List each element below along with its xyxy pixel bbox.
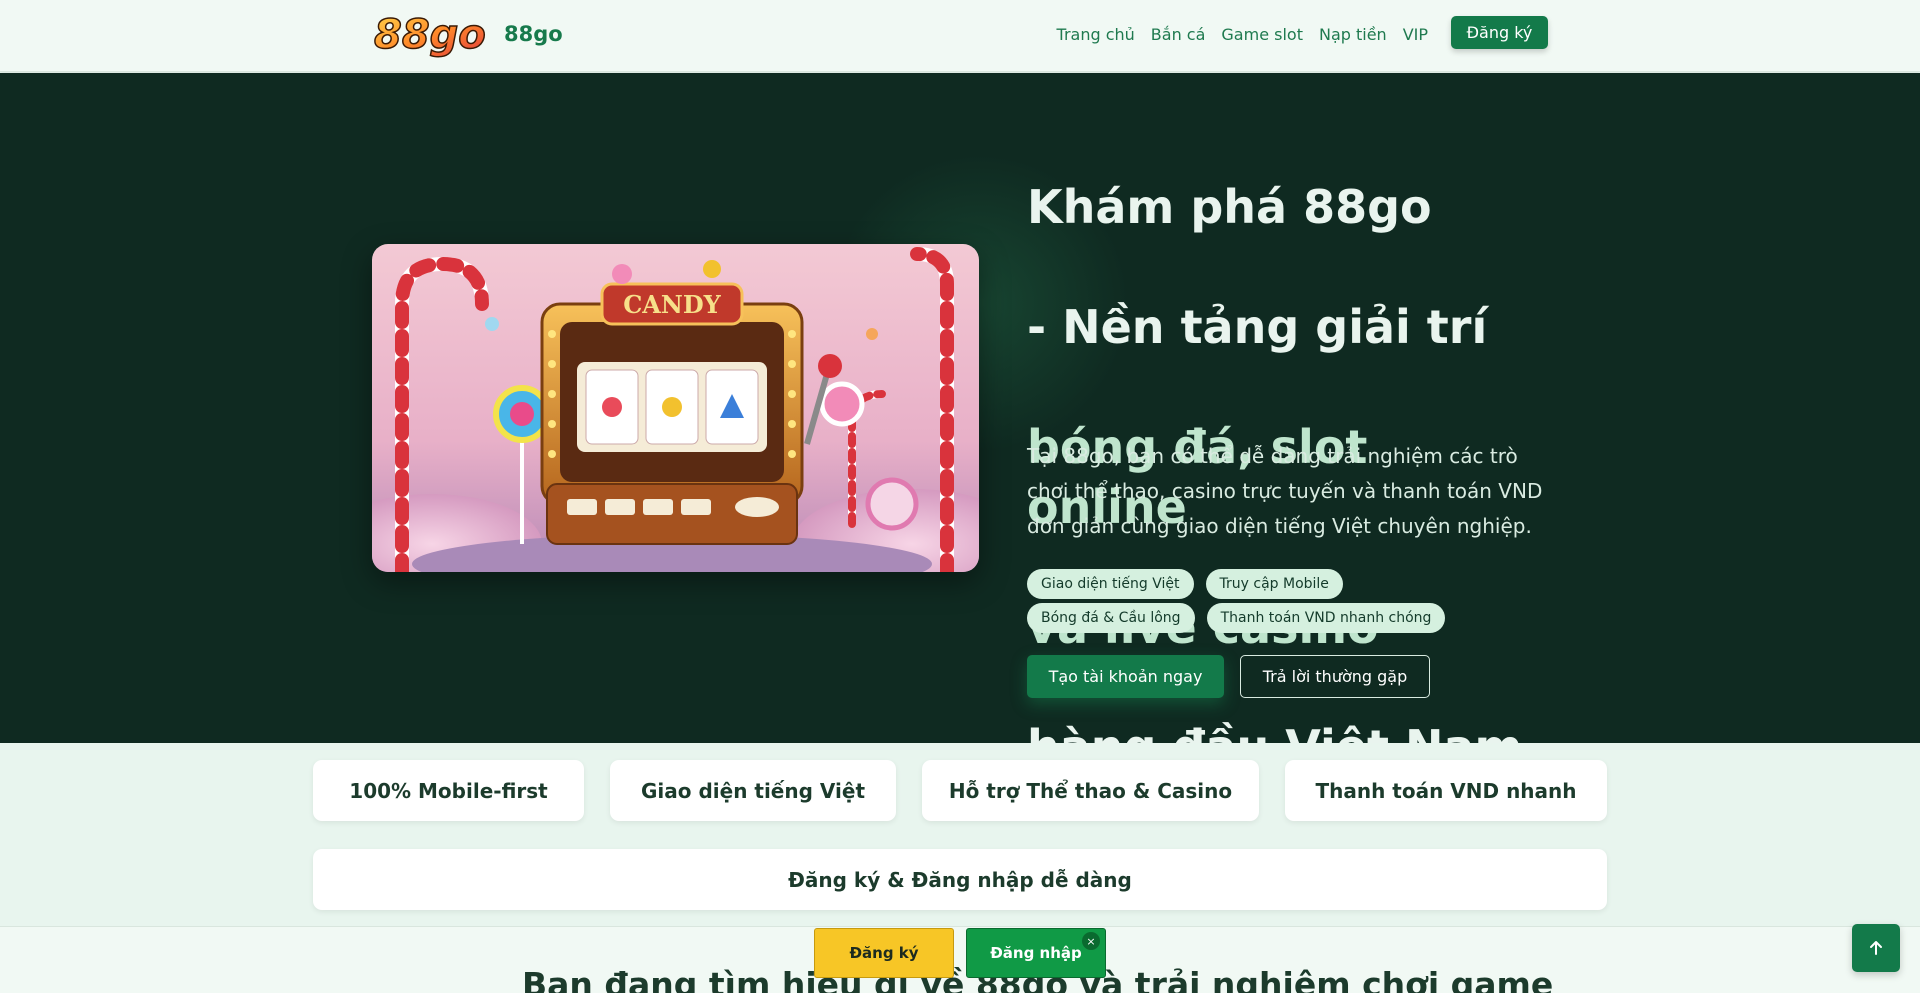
hero-description: Tại 88go, bạn có thể dễ dàng trải nghiệm… [1027, 444, 1543, 538]
nav-fishing[interactable]: Bắn cá [1151, 25, 1206, 44]
hero-image-candy-slot: CANDY [372, 244, 979, 572]
hero-title-line-5: hàng đầu Việt Nam [1027, 720, 1522, 743]
feature-mobile-first: 100% Mobile-first [313, 760, 584, 821]
sticky-register-button[interactable]: Đăng ký [814, 928, 954, 978]
hero-title: Khám phá 88go - Nền tảng giải trí bóng đ… [1027, 117, 1527, 743]
hero-title-line-2: - Nền tảng giải trí [1027, 300, 1488, 354]
svg-text:CANDY: CANDY [623, 290, 721, 319]
features-section: 100% Mobile-first Giao diện tiếng Việt H… [0, 743, 1920, 928]
nav-vip[interactable]: VIP [1403, 25, 1428, 44]
close-icon[interactable]: × [1082, 932, 1100, 950]
feature-easy-login: Đăng ký & Đăng nhập dễ dàng [313, 849, 1607, 910]
tag-vietnamese-ui: Giao diện tiếng Việt [1027, 569, 1194, 599]
arrow-up-icon [1870, 941, 1882, 955]
nav-deposit[interactable]: Nạp tiền [1319, 25, 1387, 44]
main-nav: Trang chủ Bắn cá Game slot Nạp tiền VIP [1041, 25, 1428, 44]
scroll-to-top-button[interactable] [1852, 924, 1900, 972]
brand-logo[interactable]: 88go [372, 10, 496, 60]
hero-title-line-1: Khám phá 88go [1027, 180, 1432, 234]
create-account-button[interactable]: Tạo tài khoản ngay [1027, 655, 1224, 698]
tag-football-badminton: Bóng đá & Cầu lông [1027, 603, 1195, 633]
hero-section: CANDY Khám phá 88go - Nền tảng giải trí … [0, 73, 1920, 743]
feature-fast-vnd: Thanh toán VND nhanh [1285, 760, 1607, 821]
site-header: 88go 88go Trang chủ Bắn cá Game slot Nạp… [0, 0, 1920, 72]
bottom-sticky-bar: Bạn đang tìm hiểu gì về 88go và trải ngh… [0, 926, 1920, 993]
nav-home[interactable]: Trang chủ [1057, 25, 1135, 44]
feature-vietnamese-ui: Giao diện tiếng Việt [610, 760, 896, 821]
tag-mobile-access: Truy cập Mobile [1205, 569, 1343, 599]
nav-slot[interactable]: Game slot [1221, 25, 1303, 44]
faq-button[interactable]: Trả lời thường gặp [1240, 655, 1430, 698]
hero-tags: Giao diện tiếng Việt Truy cập Mobile Bón… [1027, 569, 1527, 637]
feature-sports-casino: Hỗ trợ Thể thao & Casino [922, 760, 1259, 821]
brand-name: 88go [504, 22, 563, 46]
header-register-button[interactable]: Đăng ký [1451, 16, 1548, 49]
tag-fast-vnd-payment: Thanh toán VND nhanh chóng [1206, 603, 1446, 633]
svg-text:88go: 88go [374, 12, 486, 58]
